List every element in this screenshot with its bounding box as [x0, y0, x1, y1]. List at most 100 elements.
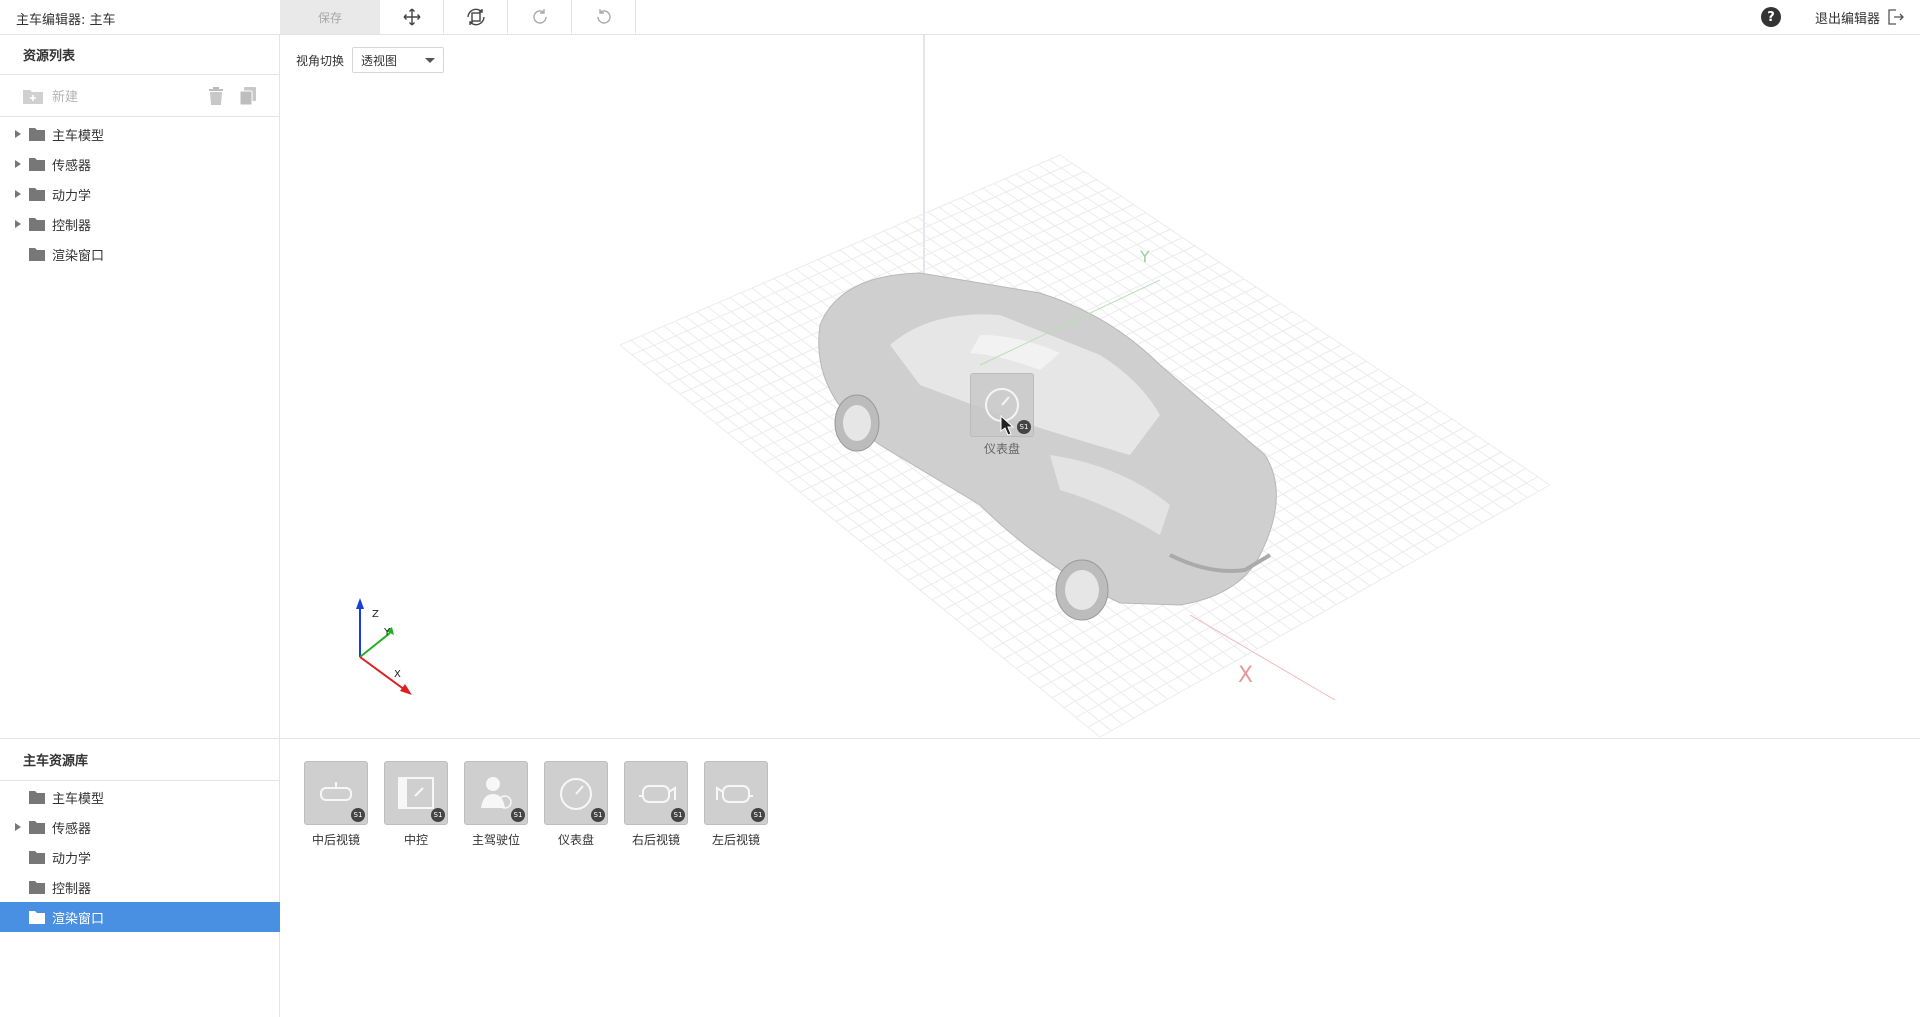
asset-item[interactable]: S1 主驾驶位	[464, 761, 528, 848]
view-mode-value: 透视图	[361, 53, 398, 68]
move-tool-button[interactable]	[380, 0, 444, 34]
tree-item[interactable]: 动力学	[0, 179, 279, 209]
caret-right-icon	[15, 160, 21, 168]
x-gizmo-line	[1189, 614, 1336, 701]
tree-item[interactable]: 主车模型	[0, 782, 280, 812]
asset-grid: S1 中后视镜 S1 中控 S1 主驾驶位 S1 仪表盘 S1 右后视镜 S1 左后视镜	[304, 761, 768, 848]
axis-z-label: Z	[372, 609, 379, 620]
tree-item[interactable]: 动力学	[0, 842, 280, 872]
asset-item[interactable]: S1 仪表盘	[544, 761, 608, 848]
asset-label: 主驾驶位	[471, 833, 520, 847]
orientation-axes: Z Y X	[356, 598, 412, 695]
s1-badge: S1	[431, 808, 445, 822]
asset-tile[interactable]: S1	[384, 761, 448, 825]
asset-tile[interactable]: S1	[304, 761, 368, 825]
top-right-actions: ? 退出编辑器	[1760, 0, 1904, 34]
y-gizmo-label: Y	[1139, 247, 1150, 266]
asset-library: S1 中后视镜 S1 中控 S1 主驾驶位 S1 仪表盘 S1 右后视镜 S1 左后视镜	[280, 738, 1920, 1017]
3d-viewport[interactable]: 视角切换 透视图 Y X Z Y X S1 仪表盘	[280, 35, 1920, 737]
tree-item-label: 动力学	[52, 851, 92, 867]
folder-icon	[29, 187, 45, 201]
redo-icon	[532, 9, 547, 24]
s1-badge: S1	[511, 808, 525, 822]
tree-item[interactable]: 主车模型	[0, 119, 279, 149]
resource-actions: 新建	[0, 75, 279, 117]
caret-right-icon	[15, 130, 21, 138]
asset-tile[interactable]: S1	[544, 761, 608, 825]
tree-item-label: 传感器	[52, 821, 92, 837]
exit-icon	[1888, 9, 1904, 25]
tree-caret[interactable]	[0, 159, 28, 169]
tree-item-label: 渲染窗口	[52, 248, 105, 264]
s1-badge: S1	[351, 808, 365, 822]
folder-icon	[29, 910, 45, 924]
tree-item[interactable]: 控制器	[0, 209, 279, 239]
folder-icon	[29, 880, 45, 894]
axis-y-label: Y	[383, 627, 391, 638]
asset-label: 左后视镜	[711, 833, 760, 847]
library-tree: 主车模型传感器动力学控制器渲染窗口	[0, 781, 280, 932]
view-mode-select[interactable]: 透视图	[352, 47, 445, 73]
asset-item[interactable]: S1 左后视镜	[704, 761, 768, 848]
redo-button[interactable]	[508, 0, 572, 34]
asset-item[interactable]: S1 中后视镜	[304, 761, 368, 848]
chevron-down-icon	[425, 58, 436, 63]
new-resource-button[interactable]: 新建	[22, 86, 78, 105]
move-icon	[403, 8, 420, 26]
tree-item[interactable]: 传感器	[0, 812, 280, 842]
asset-item[interactable]: S1 中控	[384, 761, 448, 848]
asset-item[interactable]: S1 右后视镜	[624, 761, 688, 848]
undo-icon	[596, 9, 611, 24]
help-icon[interactable]: ?	[1760, 7, 1781, 27]
folder-icon	[29, 247, 45, 261]
tree-item-label: 主车模型	[52, 791, 105, 807]
tree-item[interactable]: 传感器	[0, 149, 279, 179]
rotate-view-button[interactable]	[444, 0, 508, 34]
resource-tree: 主车模型传感器动力学控制器渲染窗口	[0, 117, 279, 269]
s1-badge: S1	[1017, 420, 1031, 434]
asset-label: 中后视镜	[311, 833, 360, 847]
save-button[interactable]: 保存	[280, 0, 380, 34]
folder-icon	[29, 790, 45, 804]
tree-caret[interactable]	[0, 822, 28, 832]
tree-item[interactable]: 渲染窗口	[0, 902, 280, 932]
toolbar: 保存	[280, 0, 636, 34]
asset-tile[interactable]: S1	[704, 761, 768, 825]
asset-tile[interactable]: S1	[624, 761, 688, 825]
tree-caret[interactable]	[0, 129, 28, 139]
s1-badge: S1	[751, 808, 765, 822]
view-switch-label: 视角切换	[296, 53, 345, 68]
top-bar: 主车编辑器: 主车 保存 ? 退出编辑器	[0, 0, 1920, 35]
delete-icon[interactable]	[207, 86, 225, 106]
cursor-icon	[1000, 415, 1014, 436]
view-switch: 视角切换 透视图	[296, 47, 445, 73]
rotate-view-icon	[466, 8, 485, 26]
folder-icon	[29, 850, 45, 864]
asset-label: 仪表盘	[557, 833, 594, 847]
asset-label: 中控	[403, 833, 428, 847]
tree-item-label: 渲染窗口	[52, 911, 105, 927]
tree-item[interactable]: 渲染窗口	[0, 239, 279, 269]
scene-canvas[interactable]: Y X Z Y X	[280, 35, 1920, 737]
asset-tile[interactable]: S1	[464, 761, 528, 825]
app-title: 主车编辑器: 主车	[16, 13, 116, 28]
exit-editor-button[interactable]: 退出编辑器	[1815, 8, 1904, 27]
dragging-item-label: 仪表盘	[983, 442, 1020, 456]
folder-icon	[29, 820, 45, 834]
tree-item-label: 主车模型	[52, 128, 105, 144]
tree-item-label: 传感器	[52, 158, 92, 174]
tree-item-label: 动力学	[52, 188, 92, 204]
undo-button[interactable]	[572, 0, 636, 34]
tree-caret[interactable]	[0, 219, 28, 229]
asset-label: 右后视镜	[631, 833, 680, 847]
caret-right-icon	[15, 190, 21, 198]
caret-right-icon	[15, 823, 21, 831]
copy-icon[interactable]	[239, 86, 257, 106]
resource-list-title: 资源列表	[0, 35, 279, 75]
exit-editor-label: 退出编辑器	[1814, 11, 1880, 27]
tree-item-label: 控制器	[52, 881, 92, 897]
tree-caret[interactable]	[0, 189, 28, 199]
tree-item[interactable]: 控制器	[0, 872, 280, 902]
s1-badge: S1	[671, 808, 685, 822]
library-title: 主车资源库	[0, 739, 280, 781]
